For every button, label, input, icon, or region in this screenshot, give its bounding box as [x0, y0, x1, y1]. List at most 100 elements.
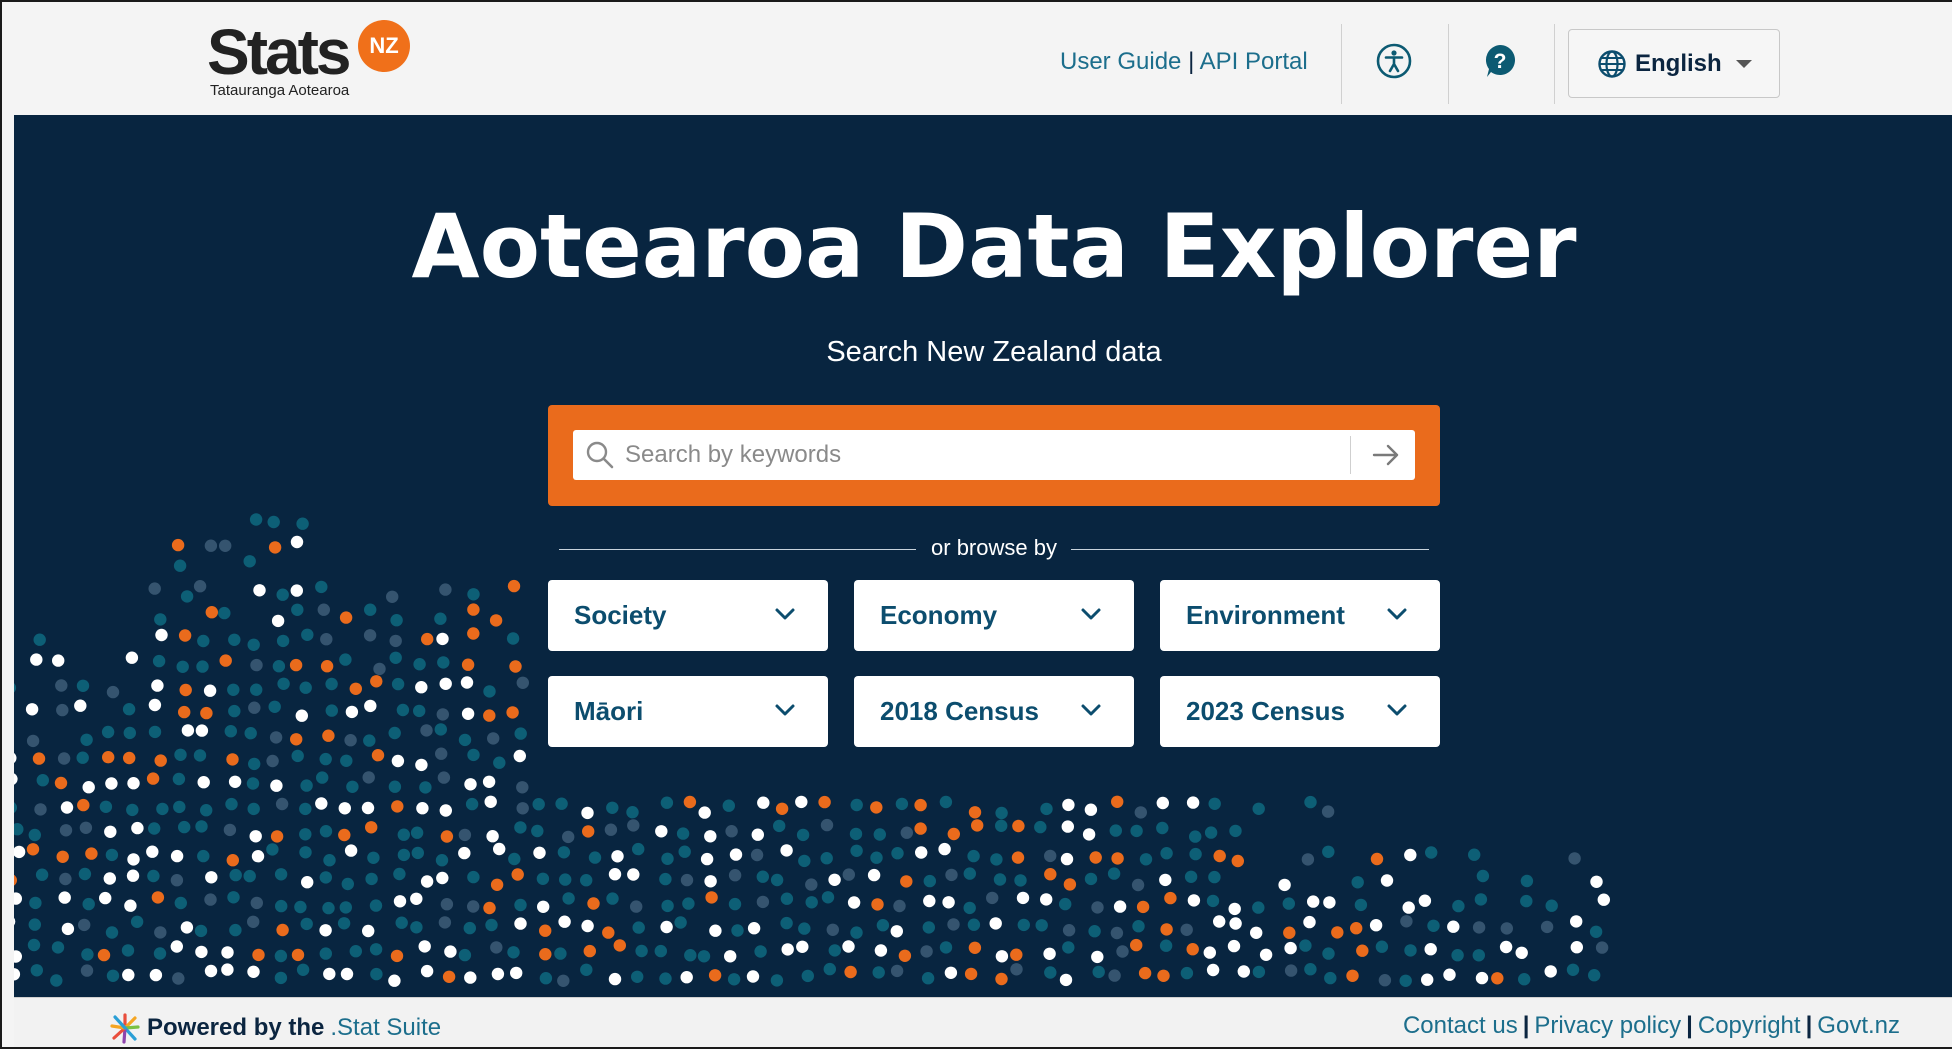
- background-dot: [1378, 974, 1392, 987]
- background-dot: [266, 754, 279, 768]
- background-dot: [195, 945, 208, 959]
- category-2023-census[interactable]: 2023 Census: [1160, 676, 1440, 747]
- background-dot: [1304, 795, 1317, 809]
- background-dot: [731, 924, 744, 937]
- header-divider: [1554, 24, 1555, 104]
- search-input[interactable]: [625, 430, 1345, 480]
- background-dot: [536, 872, 550, 885]
- background-dot: [14, 823, 24, 836]
- background-dot: [507, 579, 521, 593]
- background-dot: [319, 825, 333, 838]
- background-dot: [436, 632, 449, 646]
- background-dot: [361, 801, 375, 815]
- background-dot: [410, 826, 424, 839]
- background-dot: [389, 634, 402, 648]
- background-dot: [299, 828, 312, 841]
- background-dot: [223, 823, 237, 837]
- category-maori[interactable]: Māori: [548, 676, 828, 747]
- background-dot: [200, 706, 213, 720]
- background-dot: [1184, 870, 1198, 883]
- background-dot: [61, 922, 75, 936]
- background-dot: [728, 897, 742, 911]
- background-dot: [898, 949, 912, 962]
- background-dot: [440, 830, 454, 843]
- background-dot: [197, 634, 210, 648]
- language-selector[interactable]: English: [1568, 29, 1780, 98]
- background-dot: [127, 853, 140, 866]
- background-dot: [325, 677, 338, 691]
- background-dot: [248, 757, 261, 771]
- search-bar: [573, 430, 1415, 480]
- background-dot: [514, 727, 527, 740]
- background-dot: [704, 830, 717, 843]
- background-dot: [226, 854, 239, 867]
- background-dot: [661, 852, 674, 865]
- background-dot: [344, 844, 358, 857]
- background-dot: [1252, 802, 1265, 815]
- background-dot: [14, 802, 17, 813]
- background-dot: [271, 614, 285, 628]
- category-society[interactable]: Society: [548, 580, 828, 651]
- header-divider: [1448, 24, 1449, 104]
- background-dot: [413, 658, 426, 671]
- stat-suite-link[interactable]: .Stat Suite: [330, 1014, 441, 1042]
- background-dot: [246, 777, 260, 790]
- background-dot: [751, 828, 764, 841]
- stats-nz-logo[interactable]: Stats NZ Tatauranga Aotearoa: [207, 20, 422, 102]
- background-dot: [325, 704, 338, 717]
- background-dot: [370, 967, 383, 981]
- background-dot: [148, 698, 162, 712]
- background-dot: [1323, 896, 1336, 909]
- contact-us-link[interactable]: Contact us: [1403, 1012, 1518, 1039]
- background-dot: [514, 917, 527, 930]
- govt-nz-link[interactable]: Govt.nz: [1817, 1012, 1900, 1039]
- background-dot: [729, 848, 743, 861]
- background-dot: [914, 798, 927, 812]
- api-portal-link[interactable]: API Portal: [1200, 48, 1308, 75]
- user-guide-link[interactable]: User Guide: [1060, 48, 1181, 75]
- background-dot: [562, 830, 575, 844]
- background-dot: [322, 901, 335, 915]
- copyright-link[interactable]: Copyright: [1698, 1012, 1801, 1039]
- background-dot: [1189, 830, 1202, 843]
- background-dot: [391, 754, 405, 768]
- link-separator: |: [1522, 1012, 1530, 1039]
- background-dot: [995, 819, 1008, 832]
- background-dot: [60, 801, 74, 814]
- background-dot: [229, 868, 242, 882]
- background-dot: [509, 660, 522, 673]
- category-environment[interactable]: Environment: [1160, 580, 1440, 651]
- background-dot: [51, 941, 65, 954]
- background-dot: [604, 823, 618, 836]
- background-dot: [1346, 969, 1359, 982]
- background-dot: [775, 802, 789, 815]
- background-dot: [1566, 963, 1580, 976]
- background-dot: [531, 824, 544, 838]
- category-label: Environment: [1186, 600, 1345, 630]
- background-dot: [193, 749, 207, 762]
- privacy-policy-link[interactable]: Privacy policy: [1534, 1012, 1681, 1039]
- background-dot: [252, 948, 265, 962]
- background-dot: [301, 876, 314, 889]
- category-economy[interactable]: Economy: [854, 580, 1134, 651]
- background-dot: [676, 827, 690, 840]
- background-dot: [290, 535, 304, 549]
- background-dot: [195, 820, 208, 833]
- background-dot: [514, 898, 527, 912]
- background-dot: [1331, 926, 1344, 939]
- background-dot: [506, 632, 520, 645]
- background-dot: [458, 828, 472, 842]
- search-submit-button[interactable]: [1357, 430, 1415, 480]
- logo-badge: NZ: [358, 20, 410, 72]
- category-label: Society: [574, 600, 667, 630]
- chevron-down-icon: [1387, 704, 1407, 716]
- background-dot: [722, 799, 735, 812]
- background-dot: [682, 897, 695, 910]
- background-dot: [704, 875, 717, 888]
- category-2018-census[interactable]: 2018 Census: [854, 676, 1134, 747]
- help-icon[interactable]: ?: [1481, 42, 1519, 80]
- background-dot: [1418, 894, 1432, 907]
- accessibility-icon[interactable]: [1375, 42, 1413, 80]
- background-dot: [1303, 915, 1316, 929]
- background-dot: [291, 749, 304, 763]
